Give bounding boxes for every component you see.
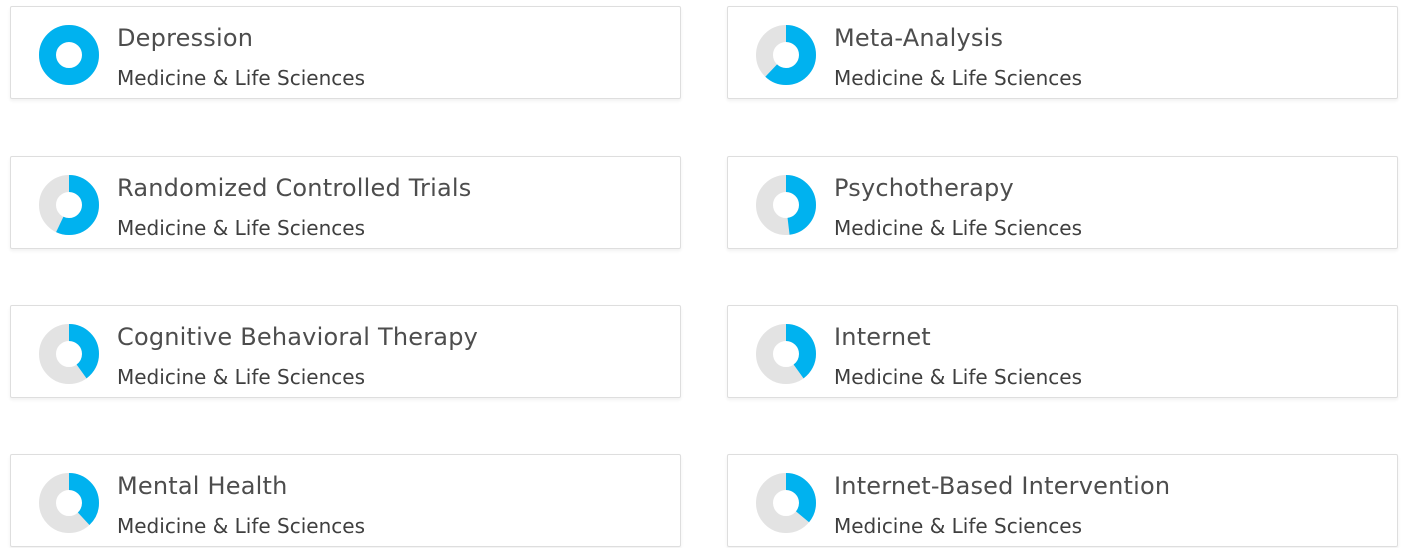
weight-donut-icon (756, 324, 816, 384)
fingerprint-card-depression[interactable]: Depression Medicine & Life Sciences (10, 6, 681, 99)
fingerprint-card-mental-health[interactable]: Mental Health Medicine & Life Sciences (10, 454, 681, 547)
concept-category: Medicine & Life Sciences (834, 216, 1083, 240)
weight-donut-icon (756, 175, 816, 235)
concept-category: Medicine & Life Sciences (117, 66, 366, 90)
fingerprint-card-internet-based-intervention[interactable]: Internet-Based Intervention Medicine & L… (727, 454, 1398, 547)
concept-category: Medicine & Life Sciences (117, 216, 366, 240)
fingerprint-card-internet[interactable]: Internet Medicine & Life Sciences (727, 305, 1398, 398)
concept-title: Cognitive Behavioral Therapy (117, 323, 479, 351)
concept-title: Meta-Analysis (834, 24, 1004, 52)
weight-donut-icon (39, 473, 99, 533)
concept-title: Mental Health (117, 472, 288, 500)
donut-weight-arc (39, 25, 99, 85)
concept-title: Randomized Controlled Trials (117, 174, 472, 202)
concept-category: Medicine & Life Sciences (117, 365, 366, 389)
concept-category: Medicine & Life Sciences (117, 514, 366, 538)
concept-title: Internet-Based Intervention (834, 472, 1171, 500)
fingerprint-card-meta-analysis[interactable]: Meta-Analysis Medicine & Life Sciences (727, 6, 1398, 99)
weight-donut-icon (39, 25, 99, 85)
concept-category: Medicine & Life Sciences (834, 514, 1083, 538)
weight-donut-icon (756, 473, 816, 533)
concept-category: Medicine & Life Sciences (834, 66, 1083, 90)
weight-donut-icon (39, 324, 99, 384)
fingerprint-card-cognitive-behavioral-therapy[interactable]: Cognitive Behavioral Therapy Medicine & … (10, 305, 681, 398)
weight-donut-icon (39, 175, 99, 235)
fingerprint-card-randomized-controlled-trials[interactable]: Randomized Controlled Trials Medicine & … (10, 156, 681, 249)
concept-title: Depression (117, 24, 254, 52)
fingerprint-card-psychotherapy[interactable]: Psychotherapy Medicine & Life Sciences (727, 156, 1398, 249)
concept-title: Internet (834, 323, 931, 351)
concept-title: Psychotherapy (834, 174, 1014, 202)
concept-category: Medicine & Life Sciences (834, 365, 1083, 389)
weight-donut-icon (756, 25, 816, 85)
